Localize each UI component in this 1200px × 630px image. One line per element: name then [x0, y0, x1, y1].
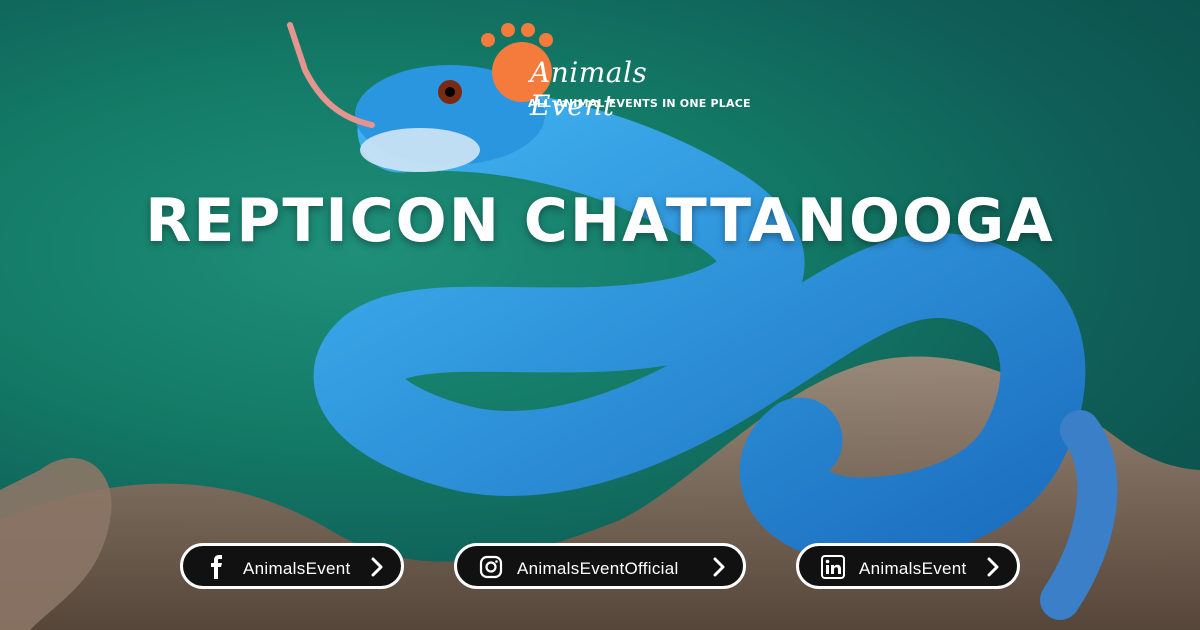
facebook-link[interactable]: AnimalsEvent: [180, 543, 404, 589]
facebook-icon: [211, 555, 222, 579]
linkedin-label: AnimalsEvent: [859, 559, 967, 578]
instagram-icon: [479, 555, 503, 579]
event-title: REPTICON CHATTANOOGA: [145, 186, 1055, 256]
facebook-label: AnimalsEvent: [243, 559, 351, 578]
brand-logo[interactable]: Animals Event ALL ANIMAL EVENTS IN ONE P…: [478, 22, 750, 122]
chevron-right-icon: [371, 557, 383, 577]
chevron-right-icon: [713, 557, 725, 577]
linkedin-link[interactable]: AnimalsEvent: [796, 543, 1020, 589]
linkedin-icon: [821, 555, 845, 579]
chevron-right-icon: [987, 557, 999, 577]
brand-name: Animals Event: [530, 56, 648, 122]
instagram-label: AnimalsEventOfficial: [517, 559, 679, 578]
brand-tagline: ALL ANIMAL EVENTS IN ONE PLACE: [528, 97, 751, 110]
instagram-link[interactable]: AnimalsEventOfficial: [454, 543, 746, 589]
